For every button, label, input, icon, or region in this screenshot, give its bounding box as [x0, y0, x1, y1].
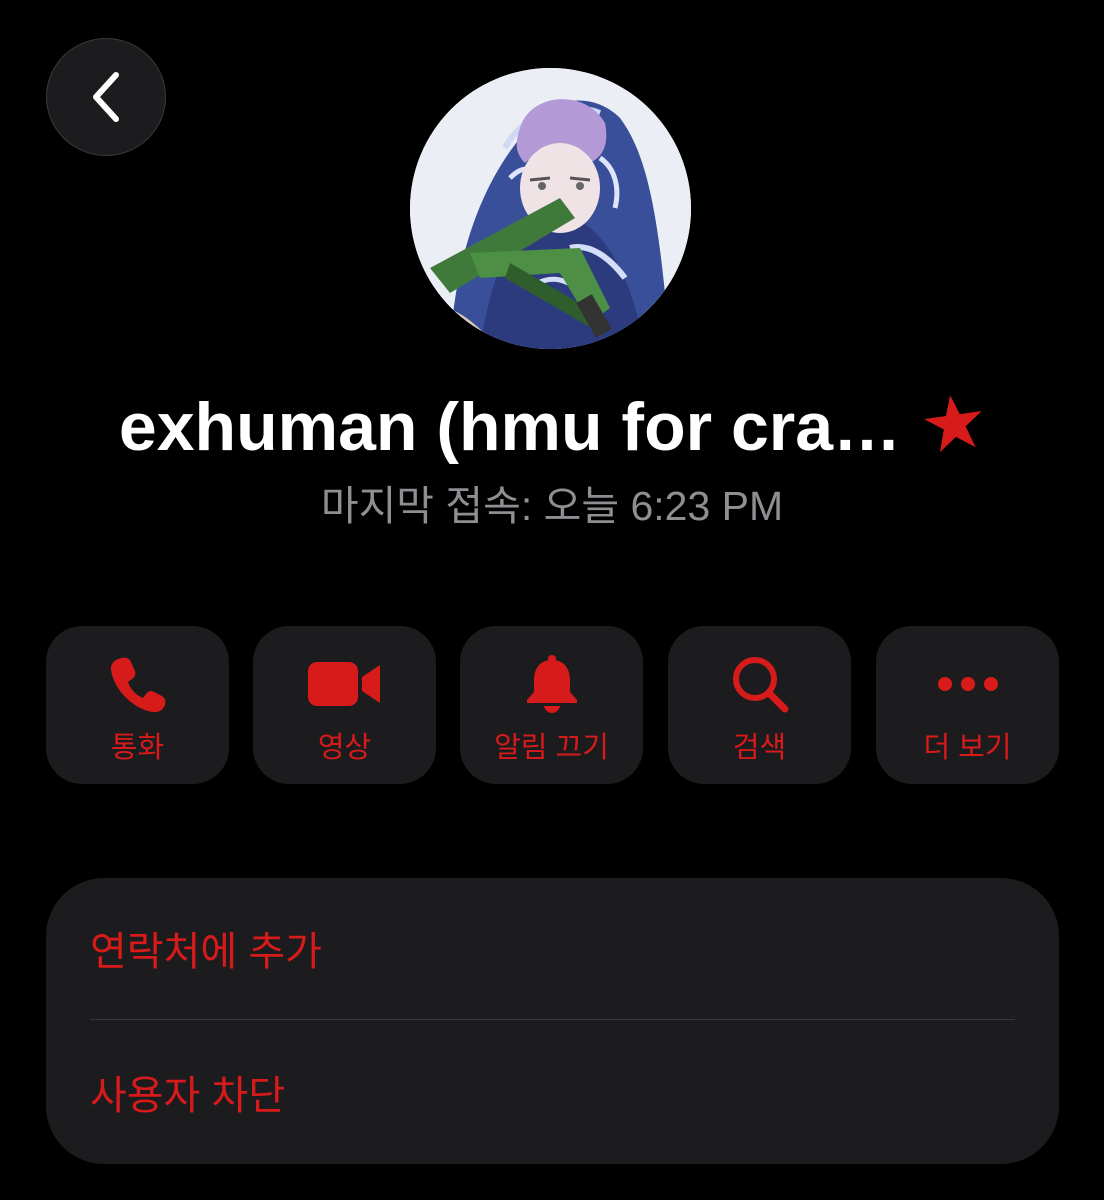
mute-button[interactable]: 알림 끄기 — [460, 626, 643, 784]
add-contact-button[interactable]: 연락처에 추가 — [90, 898, 1015, 998]
profile-name: exhuman (hmu for cra… — [118, 389, 902, 465]
profile-avatar[interactable] — [410, 68, 691, 349]
block-user-button[interactable]: 사용자 차단 — [90, 1042, 1015, 1142]
menu-divider — [90, 1019, 1015, 1020]
profile-avatar-image — [410, 68, 691, 349]
search-button[interactable]: 검색 — [668, 626, 851, 784]
call-label: 통화 — [110, 732, 165, 764]
profile-name-row: exhuman (hmu for cra… — [0, 382, 1104, 472]
chevron-left-icon — [93, 72, 119, 122]
mute-label: 알림 끄기 — [494, 732, 609, 764]
video-label: 영상 — [317, 732, 372, 764]
bell-icon — [526, 655, 577, 713]
back-button[interactable] — [46, 38, 166, 156]
video-camera-icon — [307, 662, 380, 706]
star-icon — [924, 395, 982, 453]
action-button-row: 통화 영상 알림 끄기 검색 더 보기 — [46, 626, 1059, 784]
call-button[interactable]: 통화 — [46, 626, 229, 784]
phone-icon — [110, 657, 165, 713]
search-label: 검색 — [732, 732, 787, 764]
video-button[interactable]: 영상 — [253, 626, 436, 784]
more-button[interactable]: 더 보기 — [876, 626, 1059, 784]
more-icon — [937, 677, 998, 691]
search-icon — [732, 657, 788, 713]
more-label: 더 보기 — [923, 732, 1012, 764]
contact-options-card: 연락처에 추가 사용자 차단 — [46, 878, 1059, 1164]
last-seen-status: 마지막 접속: 오늘 6:23 PM — [320, 483, 784, 529]
